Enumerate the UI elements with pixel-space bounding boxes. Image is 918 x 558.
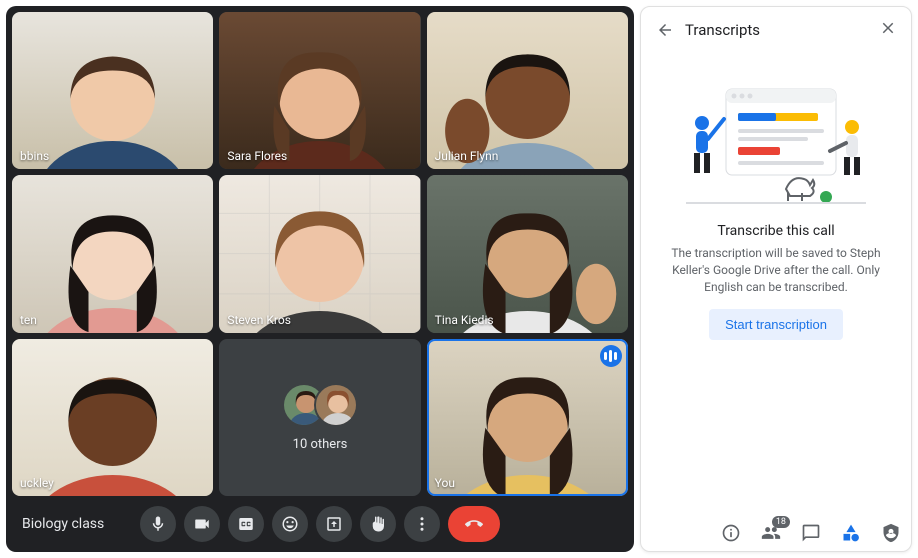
reactions-button[interactable] <box>272 506 308 542</box>
close-icon <box>879 19 897 37</box>
overflow-avatars <box>282 383 358 427</box>
panel-title: Transcripts <box>685 21 869 39</box>
meeting-area: bbins Sara Flores <box>6 6 634 552</box>
captions-button[interactable] <box>228 506 264 542</box>
speaking-indicator-icon <box>600 345 622 367</box>
participant-tile[interactable]: bbins <box>12 12 213 169</box>
microphone-icon <box>149 515 167 533</box>
transcription-illustration <box>676 69 876 209</box>
call-end-icon <box>465 515 483 533</box>
start-transcription-button[interactable]: Start transcription <box>709 309 843 340</box>
participant-video <box>12 175 213 332</box>
center-controls <box>140 506 500 542</box>
participant-tile[interactable]: Steven Kros <box>219 175 420 332</box>
participant-tile[interactable]: Sara Flores <box>219 12 420 169</box>
participant-tile[interactable]: Tina Kiedis <box>427 175 628 332</box>
more-vertical-icon <box>413 515 431 533</box>
back-button[interactable] <box>655 20 675 40</box>
present-screen-button[interactable] <box>316 506 352 542</box>
more-options-button[interactable] <box>404 506 440 542</box>
transcripts-panel: Transcripts <box>640 6 912 552</box>
participant-name: Tina Kiedis <box>435 313 494 327</box>
self-tile[interactable]: You <box>427 339 628 496</box>
overflow-participants-tile[interactable]: 10 others <box>219 339 420 496</box>
transcribe-description: The transcription will be saved to Steph… <box>661 245 891 295</box>
microphone-button[interactable] <box>140 506 176 542</box>
camera-icon <box>193 515 211 533</box>
chat-icon <box>801 523 821 543</box>
participant-name: Steven Kros <box>227 313 291 327</box>
avatar <box>314 383 358 427</box>
camera-button[interactable] <box>184 506 220 542</box>
participant-video <box>219 175 420 332</box>
hand-icon <box>369 515 387 533</box>
side-panel: Transcripts <box>640 6 912 552</box>
participant-tile[interactable]: ten <box>12 175 213 332</box>
self-video <box>427 339 628 496</box>
close-panel-button[interactable] <box>879 19 897 41</box>
present-icon <box>325 515 343 533</box>
participant-video <box>427 175 628 332</box>
meeting-name-label: Biology class <box>16 516 104 532</box>
participant-name: uckley <box>20 476 54 490</box>
participant-name: Sara Flores <box>227 149 287 163</box>
participant-video <box>12 339 213 496</box>
participant-video <box>427 12 628 169</box>
bottom-control-bar: Biology class <box>6 496 634 552</box>
host-controls-button[interactable] <box>880 522 902 544</box>
self-name-label: You <box>435 476 455 490</box>
app-root: bbins Sara Flores <box>0 0 918 558</box>
participants-count-badge: 18 <box>772 516 790 528</box>
chat-button[interactable] <box>800 522 822 544</box>
participant-tile[interactable]: Julian Flynn <box>427 12 628 169</box>
leave-call-button[interactable] <box>448 506 500 542</box>
transcribe-heading: Transcribe this call <box>655 223 897 239</box>
participant-name: Julian Flynn <box>435 149 499 163</box>
lock-person-icon <box>881 523 901 543</box>
participant-name: ten <box>20 313 37 327</box>
shapes-icon <box>841 523 861 543</box>
participant-name: bbins <box>20 149 49 163</box>
panel-header: Transcripts <box>655 19 897 41</box>
info-icon <box>721 523 741 543</box>
activities-button[interactable] <box>840 522 862 544</box>
raise-hand-button[interactable] <box>360 506 396 542</box>
people-button[interactable]: 18 <box>760 522 782 544</box>
arrow-left-icon <box>656 21 674 39</box>
emoji-icon <box>281 515 299 533</box>
overflow-count-label: 10 others <box>293 437 348 452</box>
video-grid: bbins Sara Flores <box>6 6 634 496</box>
right-toolbar: 18 <box>720 522 902 544</box>
captions-icon <box>237 515 255 533</box>
participant-video <box>12 12 213 169</box>
meeting-details-button[interactable] <box>720 522 742 544</box>
participant-video <box>219 12 420 169</box>
participant-tile[interactable]: uckley <box>12 339 213 496</box>
